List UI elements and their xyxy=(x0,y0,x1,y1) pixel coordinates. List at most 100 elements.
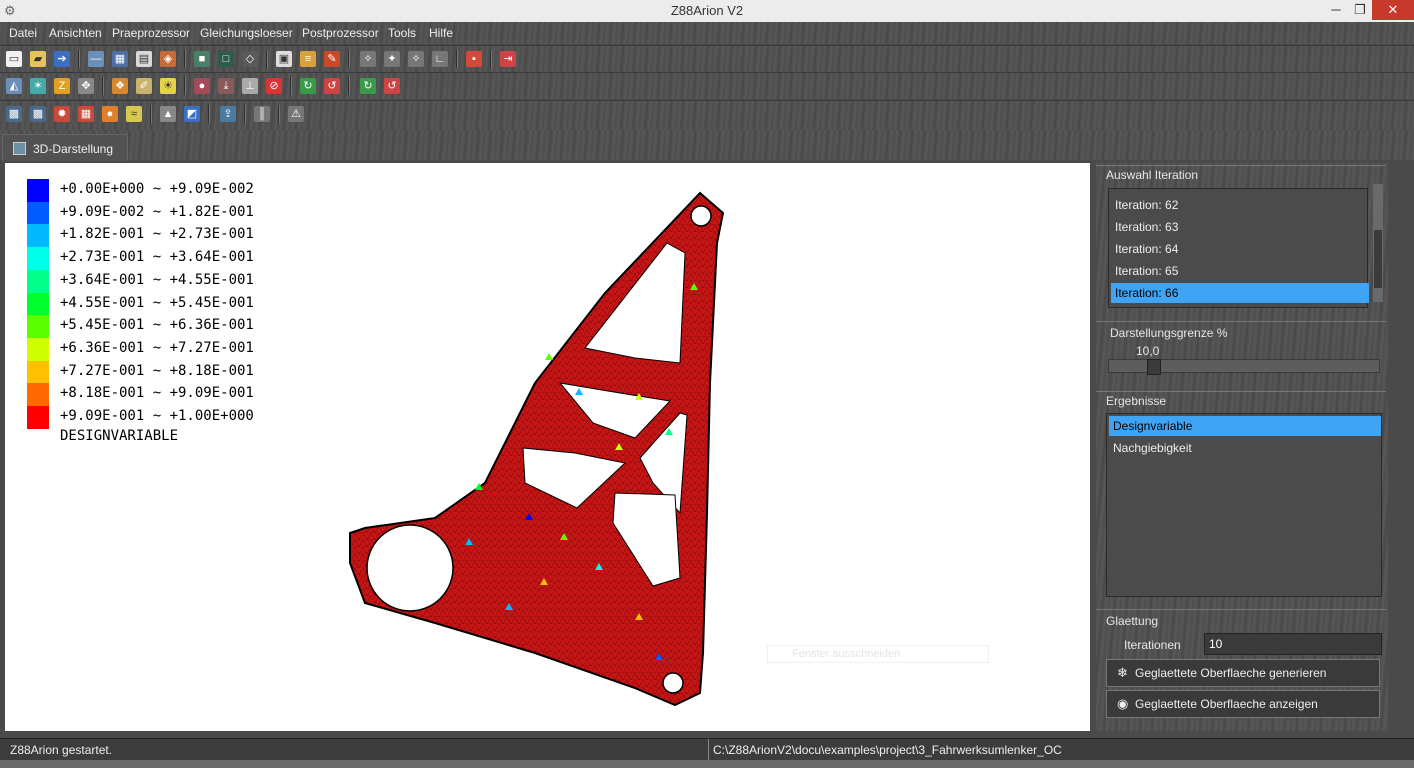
limit-slider[interactable] xyxy=(1108,359,1380,375)
refresh-icon[interactable]: ↻ xyxy=(300,78,316,94)
list-item[interactable]: Iteration: 64 xyxy=(1111,239,1369,259)
cube-solid-icon[interactable]: ■ xyxy=(194,51,210,67)
constraint-x-icon[interactable]: ✧ xyxy=(360,51,376,67)
legend-swatch xyxy=(27,383,49,407)
solver-a-icon[interactable]: ▩ xyxy=(6,106,22,122)
menu-praeprozessor[interactable]: Praeprozessor xyxy=(112,26,190,40)
fix-icon[interactable]: ⊥ xyxy=(242,78,258,94)
solver-d-icon[interactable]: ▦ xyxy=(78,106,94,122)
generate-smooth-surface-button[interactable]: ❄ Geglaettete Oberflaeche generieren xyxy=(1106,659,1380,687)
bulb-icon[interactable]: ☀ xyxy=(160,78,176,94)
surface-icon[interactable]: ◭ xyxy=(6,78,22,94)
maximize-button[interactable]: ❐ xyxy=(1348,0,1372,20)
solver-c-icon[interactable]: ✹ xyxy=(54,106,70,122)
menu-hilfe[interactable]: Hilfe xyxy=(429,26,453,40)
axes-icon[interactable]: ∟ xyxy=(432,51,448,67)
status-project-path: C:\Z88ArionV2\docu\examples\project\3_Fa… xyxy=(708,739,1413,761)
taskbar xyxy=(0,760,1414,768)
legend-swatch xyxy=(27,247,49,271)
iteration-group-label: Auswahl Iteration xyxy=(1106,168,1199,182)
cube-hidden-icon[interactable]: ◇ xyxy=(242,51,258,67)
slider-thumb[interactable] xyxy=(1146,359,1161,375)
list-item-selected[interactable]: Iteration: 66 xyxy=(1111,283,1369,303)
box-icon[interactable]: ▣ xyxy=(276,51,292,67)
triangle-icon[interactable]: ▲ xyxy=(160,106,176,122)
viewport-3d[interactable]: +0.00E+000 ~ +9.09E-002 +9.09E-002 ~ +1.8… xyxy=(5,163,1090,731)
panel-scrollbar[interactable] xyxy=(1390,163,1408,731)
list-item[interactable]: Iteration: 65 xyxy=(1111,261,1369,281)
edit-icon[interactable]: ✐ xyxy=(136,78,152,94)
legend-row: +0.00E+000 ~ +9.09E-002 xyxy=(27,179,287,202)
import-icon[interactable]: ➔ xyxy=(54,51,70,67)
export-icon[interactable]: ⇪ xyxy=(220,106,236,122)
menu-bar: Datei Ansichten Praeprozessor Gleichungs… xyxy=(0,22,1414,44)
move-icon[interactable]: ✥ xyxy=(78,78,94,94)
toolbar-separator xyxy=(244,105,246,123)
side-panel: Auswahl Iteration Iteration: 62 Iteratio… xyxy=(1096,163,1388,731)
solver-b-icon[interactable]: ▩ xyxy=(30,106,46,122)
color-map-icon[interactable]: ◩ xyxy=(184,106,200,122)
window-title: Z88Arion V2 xyxy=(670,3,744,18)
fe-mesh-model[interactable] xyxy=(335,183,745,713)
open-folder-icon[interactable]: ▰ xyxy=(30,51,46,67)
legend-range-label: +6.36E-001 ~ +7.27E-001 xyxy=(60,339,254,356)
menu-ansichten[interactable]: Ansichten xyxy=(49,26,102,40)
menu-tools[interactable]: Tools xyxy=(388,26,416,40)
legend-row: +5.45E-001 ~ +6.36E-001 xyxy=(27,315,287,339)
load-icon[interactable]: ● xyxy=(194,78,210,94)
tab-3d-darstellung[interactable]: 3D-Darstellung xyxy=(2,134,128,161)
legend-swatch xyxy=(27,292,49,316)
list-item[interactable]: Iteration: 62 xyxy=(1111,195,1369,215)
menu-postprozessor[interactable]: Postprozessor xyxy=(302,26,379,40)
forbidden-icon[interactable]: ⊘ xyxy=(266,78,282,94)
warning-icon[interactable]: ⚠ xyxy=(288,106,304,122)
legend-row: +6.36E-001 ~ +7.27E-001 xyxy=(27,337,287,361)
legend-row: +7.27E-001 ~ +8.18E-001 xyxy=(27,360,287,384)
exit-icon[interactable]: ⇥ xyxy=(500,51,516,67)
toolbar-separator xyxy=(290,77,292,95)
toolbar-separator xyxy=(184,77,186,95)
table-icon[interactable]: ▤ xyxy=(136,51,152,67)
node-icon[interactable]: ✶ xyxy=(30,78,46,94)
scrollbar-thumb[interactable] xyxy=(1374,230,1382,288)
minimize-button[interactable]: ─ xyxy=(1324,0,1348,20)
show-smooth-surface-button[interactable]: ◉ Geglaettete Oberflaeche anzeigen xyxy=(1106,690,1380,718)
smoothing-iterations-input[interactable]: 10 xyxy=(1204,633,1382,655)
bars-icon[interactable]: ║ xyxy=(254,106,270,122)
z-letter-icon[interactable]: Z xyxy=(54,78,70,94)
iteration-scrollbar[interactable] xyxy=(1373,184,1383,302)
material-icon[interactable]: ❖ xyxy=(112,78,128,94)
toolbar-separator xyxy=(456,50,458,68)
cycle-icon[interactable]: ↻ xyxy=(360,78,376,94)
render-icon[interactable]: ◈ xyxy=(160,51,176,67)
close-button[interactable]: ✕ xyxy=(1372,0,1414,20)
line-element-icon[interactable]: ― xyxy=(88,51,104,67)
force-icon[interactable]: ⤓ xyxy=(218,78,234,94)
wave-icon[interactable]: ≈ xyxy=(126,106,142,122)
layers-icon[interactable]: ≡ xyxy=(300,51,316,67)
brush-icon[interactable]: ✎ xyxy=(324,51,340,67)
legend-swatch xyxy=(27,406,49,429)
cube-wire-icon[interactable]: □ xyxy=(218,51,234,67)
list-item[interactable]: Iteration: 63 xyxy=(1111,217,1369,237)
new-file-icon[interactable]: ▭ xyxy=(6,51,22,67)
toolbar-separator xyxy=(278,105,280,123)
constraint-y-icon[interactable]: ✦ xyxy=(384,51,400,67)
mesh-pin-hole xyxy=(690,205,712,227)
toolbar-pre: ◭ ✶ Z ✥ ❖ ✐ ☀ ● ⤓ ⊥ ⊘ ↻ ↺ ↻ ↺ xyxy=(0,72,1414,99)
list-item-selected[interactable]: Designvariable xyxy=(1109,416,1381,436)
iteration-list[interactable]: Iteration: 62 Iteration: 63 Iteration: 6… xyxy=(1108,188,1369,308)
mesh-icon[interactable]: ▦ xyxy=(112,51,128,67)
menu-gleichungsloeser[interactable]: Gleichungsloeser xyxy=(200,26,293,40)
sphere-icon[interactable]: ● xyxy=(102,106,118,122)
menu-datei[interactable]: Datei xyxy=(9,26,37,40)
cycle-stop-icon[interactable]: ↺ xyxy=(384,78,400,94)
refresh-stop-icon[interactable]: ↺ xyxy=(324,78,340,94)
toolbar-separator xyxy=(490,50,492,68)
toolbar-solver: ▩ ▩ ✹ ▦ ● ≈ ▲ ◩ ⇪ ║ ⚠ xyxy=(0,100,1414,131)
list-item[interactable]: Nachgiebigkeit xyxy=(1109,438,1381,458)
constraint-z-icon[interactable]: ✧ xyxy=(408,51,424,67)
results-group-label: Ergebnisse xyxy=(1106,394,1167,408)
results-list[interactable]: Designvariable Nachgiebigkeit xyxy=(1106,413,1382,597)
record-icon[interactable]: ▪ xyxy=(466,51,482,67)
